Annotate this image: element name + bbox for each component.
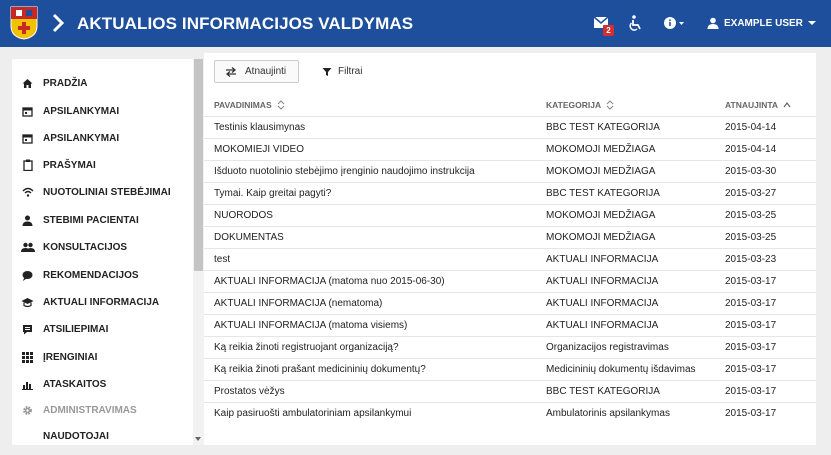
sidebar-item-stebimi-pacientai[interactable]: STEBIMI PACIENTAI bbox=[12, 208, 192, 232]
sidebar-item-konsultacijos[interactable]: KONSULTACIJOS bbox=[12, 235, 192, 259]
calendar-icon bbox=[22, 133, 33, 144]
refresh-button[interactable]: Atnaujinti bbox=[214, 60, 299, 83]
person-icon bbox=[22, 215, 33, 226]
sidebar-item-rekomendacijos[interactable]: REKOMENDACIJOS bbox=[12, 263, 192, 287]
sidebar-item-atsiliepimai[interactable]: ATSILIEPIMAI bbox=[12, 317, 192, 341]
coat-of-arms-logo[interactable] bbox=[10, 6, 38, 40]
table-row[interactable]: AKTUALI INFORMACIJA (nematoma) AKTUALI IN… bbox=[204, 292, 816, 314]
sidebar-item-pradzia[interactable]: PRADŽIA bbox=[12, 71, 192, 95]
sidebar-item-aktuali-informacija[interactable]: AKTUALI INFORMACIJA bbox=[12, 290, 192, 314]
filter-icon bbox=[322, 67, 332, 76]
sidebar-item-label: STEBIMI PACIENTAI bbox=[43, 214, 139, 226]
info-icon[interactable] bbox=[663, 15, 685, 31]
table-row[interactable]: Ką reikia žinoti registruojant organizac… bbox=[204, 336, 816, 358]
user-name: EXAMPLE USER bbox=[724, 17, 803, 29]
mail-count-badge: 2 bbox=[603, 25, 614, 36]
sidebar-item-prasymai[interactable]: PRAŠYMAI bbox=[12, 153, 192, 177]
column-header-updated[interactable]: ATNAUJINTA bbox=[725, 100, 791, 110]
sidebar-item-label: NUOTOLINIAI STEBĖJIMAI bbox=[43, 186, 171, 198]
sidebar-item-label: ADMINISTRAVIMAS bbox=[43, 404, 137, 416]
user-menu[interactable]: EXAMPLE USER bbox=[707, 14, 816, 32]
sidebar-item-label: ATASKAITOS bbox=[43, 378, 107, 390]
accessibility-icon[interactable] bbox=[628, 15, 642, 31]
scrollbar-thumb[interactable] bbox=[194, 59, 203, 271]
sidebar-item-label: PRADŽIA bbox=[43, 77, 88, 89]
wifi-icon bbox=[22, 187, 33, 197]
table-row[interactable]: NUORODOS MOKOMOJI MEDŽIAGA 2015-03-25 bbox=[204, 204, 816, 226]
sidebar-item-apsilankymai-2[interactable]: APSILANKYMAI bbox=[12, 126, 192, 150]
table-row[interactable]: test AKTUALI INFORMACIJA 2015-03-23 bbox=[204, 248, 816, 270]
feedback-icon bbox=[23, 324, 32, 334]
table-row[interactable]: AKTUALI INFORMACIJA (matoma nuo 2015-06-… bbox=[204, 270, 816, 292]
sidebar-item-label: ĮRENGINIAI bbox=[43, 351, 98, 363]
school-icon bbox=[21, 297, 34, 307]
caret-down-icon bbox=[807, 21, 816, 25]
sidebar-item-apsilankymai[interactable]: APSILANKYMAI bbox=[12, 99, 192, 123]
table-row[interactable]: MOKOMIEJI VIDEO MOKOMOJI MEDŽIAGA 2015-04-… bbox=[204, 138, 816, 160]
sidebar-item-nuotoliniai-stebejimai[interactable]: NUOTOLINIAI STEBĖJIMAI bbox=[12, 180, 192, 204]
sidebar-nav: PRADŽIA APSILANKYMAI APSILANKYMAI PRAŠYM… bbox=[12, 59, 204, 445]
sidebar-item-irenginiai[interactable]: ĮRENGINIAI bbox=[12, 345, 192, 369]
swap-arrows-icon bbox=[225, 66, 237, 77]
refresh-label: Atnaujinti bbox=[245, 66, 287, 77]
column-header-name[interactable]: PAVADINIMAS bbox=[214, 100, 285, 110]
table-row[interactable]: AKTUALI INFORMACIJA (matoma visiems) AKTU… bbox=[204, 314, 816, 336]
calendar-icon bbox=[22, 106, 33, 117]
chevron-right-icon[interactable] bbox=[52, 13, 64, 33]
table-row[interactable]: Kaip pasiruošti ambulatoriniam apsilanky… bbox=[204, 402, 816, 424]
page-title: AKTUALIOS INFORMACIJOS VALDYMAS bbox=[77, 14, 414, 33]
sort-both-icon bbox=[606, 100, 614, 110]
main-panel: Atnaujinti Filtrai PAVADINIMAS KATEGORIJ… bbox=[204, 53, 816, 445]
sidebar-item-label: REKOMENDACIJOS bbox=[43, 269, 139, 281]
table-row[interactable]: Išduoto nuotolinio stebėjimo įrenginio n… bbox=[204, 160, 816, 182]
table-row[interactable]: DOKUMENTAS MOKOMOJI MEDŽIAGA 2015-03-25 bbox=[204, 226, 816, 248]
home-icon bbox=[22, 78, 33, 88]
user-icon bbox=[707, 17, 719, 29]
table-row[interactable]: Ką reikia žinoti prašant medicininių dok… bbox=[204, 358, 816, 380]
sidebar-item-label: AKTUALI INFORMACIJA bbox=[43, 296, 160, 308]
sidebar-item-label: ATSILIEPIMAI bbox=[43, 323, 109, 335]
sort-asc-icon bbox=[783, 102, 791, 108]
sidebar-item-naudotojai[interactable]: NAUDOTOJAI bbox=[12, 424, 192, 445]
scroll-down-arrow-icon[interactable] bbox=[195, 437, 201, 441]
sidebar-item-administravimas[interactable]: ADMINISTRAVIMAS bbox=[12, 398, 192, 422]
table-row[interactable]: Prostatos vėžys BBC TEST KATEGORIJA 2015-0… bbox=[204, 380, 816, 402]
column-header-category[interactable]: KATEGORIJA bbox=[546, 100, 614, 110]
top-header: AKTUALIOS INFORMACIJOS VALDYMAS 2 EXAMPL… bbox=[0, 0, 831, 47]
sidebar-scrollbar[interactable] bbox=[193, 59, 204, 445]
sidebar-item-label: NAUDOTOJAI bbox=[43, 430, 109, 442]
sidebar-item-label: KONSULTACIJOS bbox=[43, 241, 128, 253]
clipboard-icon bbox=[22, 159, 33, 171]
gear-icon bbox=[23, 405, 32, 415]
table-row[interactable]: Testinis klausimynas BBC TEST KATEGORIJA 2… bbox=[204, 116, 816, 138]
filter-label: Filtrai bbox=[338, 66, 363, 77]
sidebar-item-ataskaitos[interactable]: ATASKAITOS bbox=[12, 372, 192, 396]
sidebar-item-label: APSILANKYMAI bbox=[43, 132, 120, 144]
sort-both-icon bbox=[277, 100, 285, 110]
chat-bubble-icon bbox=[22, 270, 33, 281]
table-row[interactable]: Tymai. Kaip greitai pagyti? BBC TEST KATE… bbox=[204, 182, 816, 204]
bar-chart-icon bbox=[22, 381, 33, 390]
people-icon bbox=[20, 242, 35, 252]
grid-icon bbox=[22, 351, 33, 363]
sidebar-item-label: APSILANKYMAI bbox=[43, 105, 120, 117]
filter-button[interactable]: Filtrai bbox=[322, 60, 362, 83]
sidebar-item-label: PRAŠYMAI bbox=[43, 159, 96, 171]
